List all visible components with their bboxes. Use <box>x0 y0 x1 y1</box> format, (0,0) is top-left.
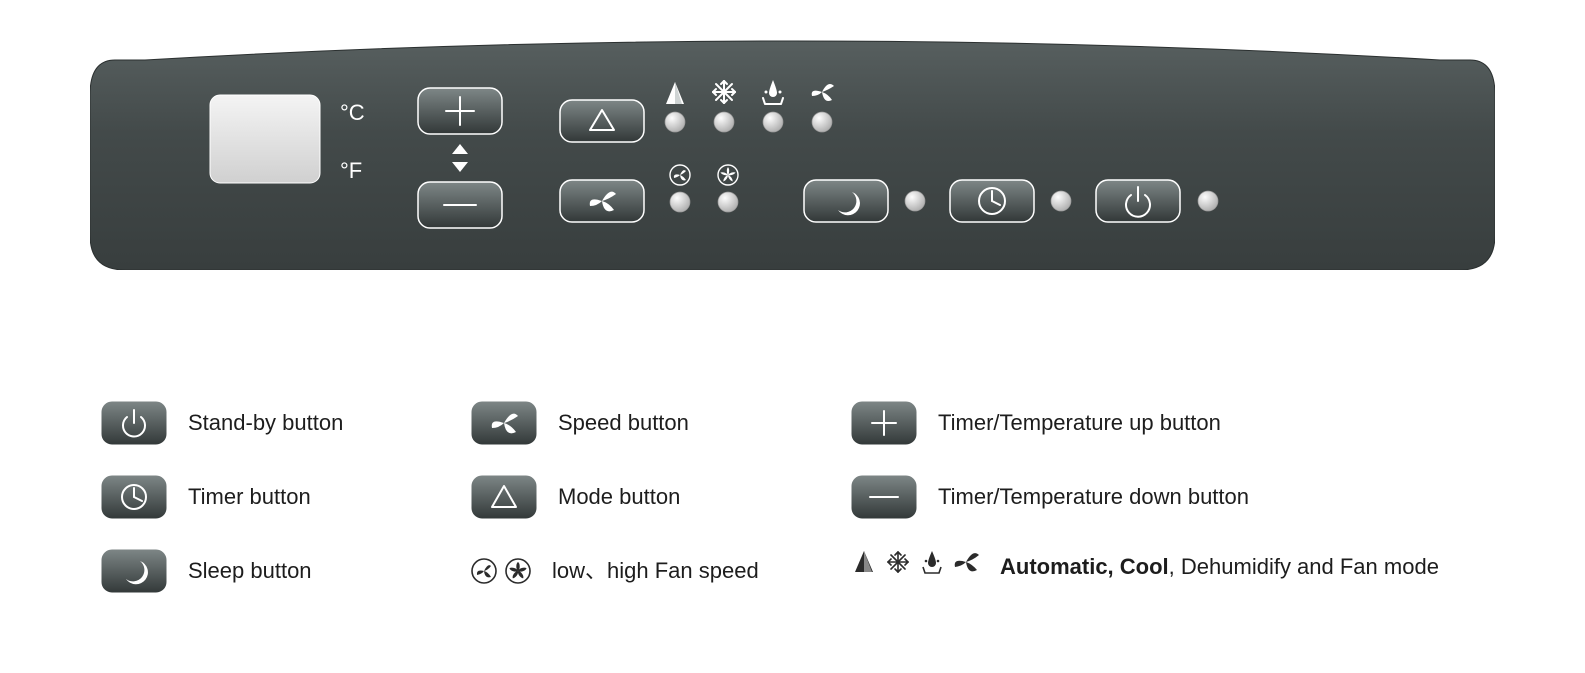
power-button[interactable] <box>1096 180 1180 222</box>
legend-down: Timer/Temperature down button <box>850 474 1470 520</box>
dehumidify-mode-icon <box>918 548 946 576</box>
legend-up: Timer/Temperature up button <box>850 400 1470 446</box>
mode-button[interactable] <box>560 100 644 142</box>
fan-low-icon <box>470 557 498 585</box>
sleep-led <box>905 191 925 211</box>
legend-up-label: Timer/Temperature up button <box>938 408 1221 438</box>
legend-mode: Mode button <box>470 474 840 520</box>
control-panel: °C °F <box>90 40 1495 270</box>
display-screen <box>210 95 320 183</box>
legend-down-label: Timer/Temperature down button <box>938 482 1249 512</box>
minus-button[interactable] <box>418 182 502 228</box>
legend-speed: Speed button <box>470 400 840 446</box>
legend-sleep: Sleep button <box>100 548 460 594</box>
legend-standby: Stand-by button <box>100 400 460 446</box>
speed-button[interactable] <box>560 180 644 222</box>
cool-mode-icon <box>713 81 735 103</box>
cool-mode-icon <box>884 548 912 576</box>
legend-speed-label: Speed button <box>558 408 689 438</box>
legend-modes-label: Automatic, Cool, Dehumidify and Fan mode <box>1000 548 1439 582</box>
legend-fan-speed-label: low、high Fan speed <box>552 556 759 586</box>
fan-high-led <box>718 192 738 212</box>
legend-modes: Automatic, Cool, Dehumidify and Fan mode <box>850 548 1470 594</box>
timer-led <box>1051 191 1071 211</box>
fan-low-led <box>670 192 690 212</box>
fan-mode-led <box>812 112 832 132</box>
legend-timer: Timer button <box>100 474 460 520</box>
cool-led <box>714 112 734 132</box>
dehumidify-led <box>763 112 783 132</box>
sleep-button[interactable] <box>804 180 888 222</box>
auto-led <box>665 112 685 132</box>
celsius-label: °C <box>340 100 365 125</box>
legend-timer-label: Timer button <box>188 482 311 512</box>
legend-standby-label: Stand-by button <box>188 408 343 438</box>
power-led <box>1198 191 1218 211</box>
legend-sleep-label: Sleep button <box>188 556 312 586</box>
legend-mode-label: Mode button <box>558 482 680 512</box>
fahrenheit-label: °F <box>340 158 362 183</box>
plus-button[interactable] <box>418 88 502 134</box>
auto-mode-icon <box>850 548 878 576</box>
fan-high-icon <box>504 557 532 585</box>
timer-button[interactable] <box>950 180 1034 222</box>
legend-fan-speeds: low、high Fan speed <box>470 548 840 594</box>
fan-mode-icon <box>952 548 980 576</box>
